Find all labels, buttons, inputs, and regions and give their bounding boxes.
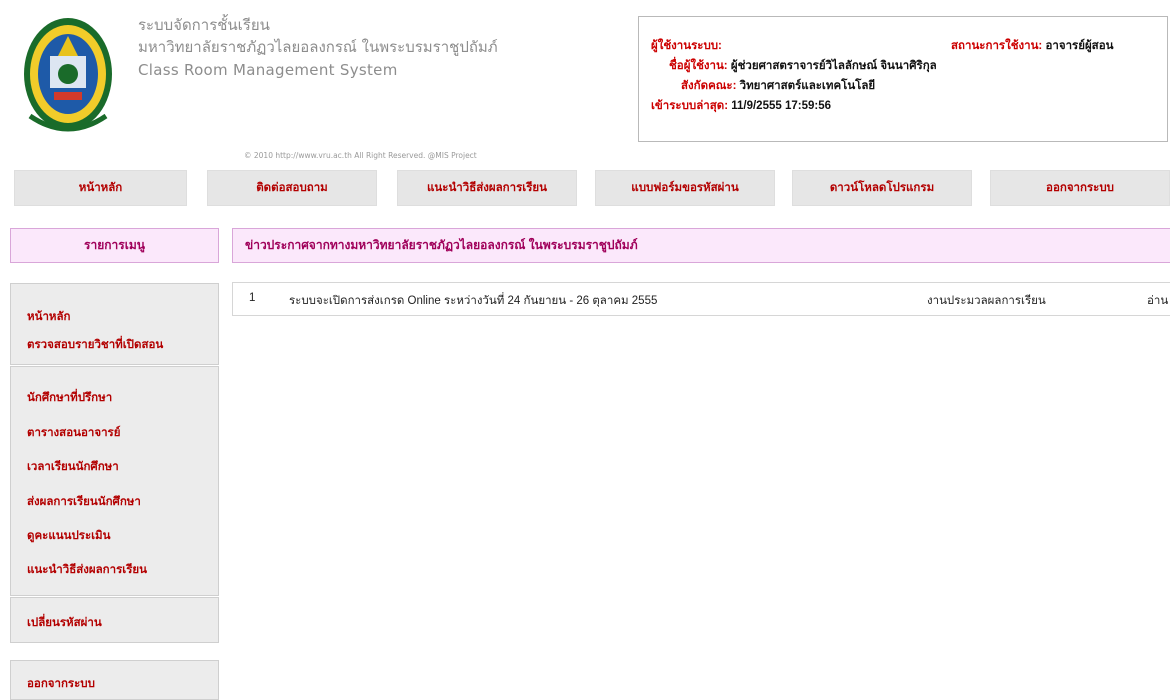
news-title[interactable]: ระบบจะเปิดการส่งเกรด Online ระหว่างวันที…: [289, 292, 657, 310]
top-navigation: หน้าหลัก ติดต่อสอบถาม แนะนำวิธีส่งผลการเ…: [14, 170, 1170, 206]
nav-home[interactable]: หน้าหลัก: [14, 170, 187, 206]
nav-download[interactable]: ดาวน์โหลดโปรแกรม: [792, 170, 972, 206]
faculty-label: สังกัดคณะ:: [681, 80, 737, 92]
title-line-university: มหาวิทยาลัยราชภัฏวไลยอลงกรณ์ ในพระบรมราช…: [138, 38, 498, 56]
sidebar-item-advisees[interactable]: นักศึกษาที่ปรึกษา: [27, 389, 112, 407]
news-header: ข่าวประกาศจากทางมหาวิทยาลัยราชภัฏวไลยอลง…: [232, 228, 1170, 263]
nav-logout[interactable]: ออกจากระบบ: [990, 170, 1170, 206]
news-number: 1: [249, 292, 256, 304]
news-read-link[interactable]: อ่าน: [1147, 292, 1168, 310]
site-title: ระบบจัดการชั้นเรียน มหาวิทยาลัยราชภัฏวไล…: [138, 14, 498, 82]
sidebar-item-submit-grades[interactable]: ส่งผลการเรียนนักศึกษา: [27, 493, 141, 511]
title-line-thai-system: ระบบจัดการชั้นเรียน: [138, 16, 270, 34]
sidebar-item-evaluation[interactable]: ดูคะแนนประเมิน: [27, 527, 111, 545]
sidebar-group-teaching: นักศึกษาที่ปรึกษา ตารางสอนอาจารย์ เวลาเร…: [10, 366, 219, 596]
sidebar-item-attendance[interactable]: เวลาเรียนนักศึกษา: [27, 458, 119, 476]
user-label: ผู้ใช้งานระบบ:: [651, 40, 722, 52]
last-login-label: เข้าระบบล่าสุด:: [651, 100, 729, 112]
nav-password-form[interactable]: แบบฟอร์มขอรหัสผ่าน: [595, 170, 775, 206]
name-value: ผู้ช่วยศาสตราจารย์วิไลลักษณ์ จินนาศิริกุ…: [730, 60, 937, 72]
sidebar-item-change-password[interactable]: เปลี่ยนรหัสผ่าน: [27, 614, 102, 632]
status-label: สถานะการใช้งาน:: [951, 40, 1043, 52]
name-label: ชื่อผู้ใช้งาน:: [669, 60, 728, 72]
title-line-english: Class Room Management System: [138, 61, 398, 79]
sidebar-item-grade-guide[interactable]: แนะนำวิธีส่งผลการเรียน: [27, 561, 147, 579]
last-login-value: 11/9/2555 17:59:56: [731, 100, 831, 112]
news-table: 1 ระบบจะเปิดการส่งเกรด Online ระหว่างวัน…: [232, 282, 1170, 316]
sidebar-header: รายการเมนู: [10, 228, 219, 263]
sidebar-item-logout[interactable]: ออกจากระบบ: [27, 675, 95, 693]
sidebar-item-home[interactable]: หน้าหลัก: [27, 308, 71, 326]
nav-grade-guide[interactable]: แนะนำวิธีส่งผลการเรียน: [397, 170, 577, 206]
sidebar-group-main: หน้าหลัก ตรวจสอบรายวิชาที่เปิดสอน: [10, 283, 219, 365]
nav-contact[interactable]: ติดต่อสอบถาม: [207, 170, 377, 206]
sidebar-group-account: เปลี่ยนรหัสผ่าน: [10, 597, 219, 643]
status-value: อาจารย์ผู้สอน: [1045, 40, 1114, 52]
faculty-value: วิทยาศาสตร์และเทคโนโลยี: [739, 80, 876, 92]
sidebar-item-timetable[interactable]: ตารางสอนอาจารย์: [27, 424, 120, 442]
user-info-panel: ผู้ใช้งานระบบ: สถานะการใช้งาน: อาจารย์ผู…: [638, 16, 1168, 142]
sidebar-group-logout: ออกจากระบบ: [10, 660, 219, 700]
sidebar-item-check-courses[interactable]: ตรวจสอบรายวิชาที่เปิดสอน: [27, 336, 163, 354]
copyright-text: © 2010 http://www.vru.ac.th All Right Re…: [244, 151, 477, 160]
university-logo: [20, 16, 116, 136]
news-source: งานประมวลผลการเรียน: [927, 295, 1046, 307]
